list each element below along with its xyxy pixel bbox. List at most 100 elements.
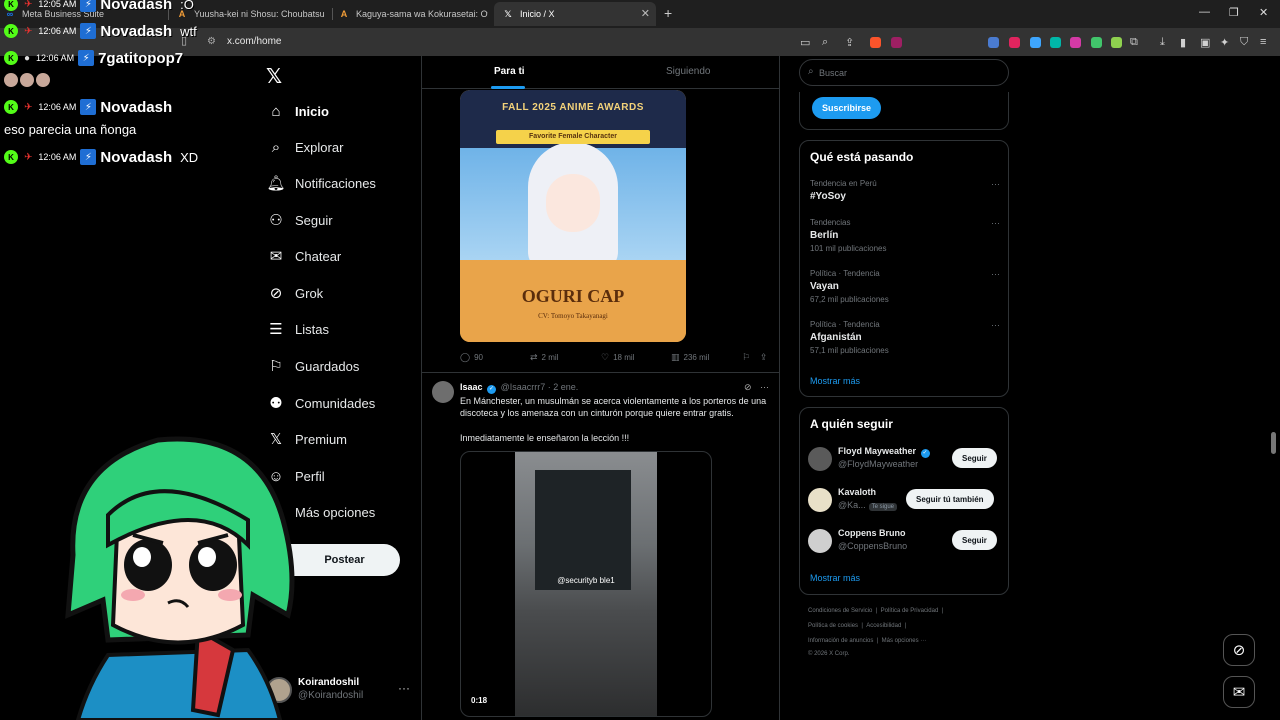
nav-item-mas-opciones[interactable]: ⋯ Más opciones — [266, 499, 376, 525]
extension-icon[interactable] — [1030, 37, 1041, 48]
views-button[interactable]: ▥ 236 mil — [671, 352, 709, 363]
follow-suggestion[interactable]: Coppens Bruno @CoppensBruno Seguir — [808, 526, 1002, 560]
cast-icon[interactable]: ▭ — [800, 36, 810, 49]
reply-icon: ◯ — [460, 352, 471, 362]
more-icon[interactable]: ··· — [398, 681, 410, 695]
bookmark-button[interactable]: ⚐ — [742, 352, 754, 363]
nav-item-chatear[interactable]: ✉ Chatear — [266, 243, 342, 269]
more-icon[interactable]: ··· — [760, 382, 769, 392]
mail-icon: ✉ — [269, 248, 283, 265]
close-window-icon[interactable]: ✕ — [1259, 6, 1268, 19]
extension-icon[interactable] — [1091, 37, 1102, 48]
follow-suggestion[interactable]: Floyd Mayweather ✓ @FloydMayweather Segu… — [808, 444, 1002, 478]
nav-item-perfil[interactable]: ☺ Perfil — [266, 463, 324, 489]
more-icon[interactable]: ··· — [991, 320, 1000, 330]
nav-item-listas[interactable]: ☰ Listas — [266, 316, 329, 342]
nav-item-premium[interactable]: 𝕏 Premium — [266, 426, 347, 452]
trend-item[interactable]: Tendencia en Perú #YoSoy ··· — [810, 179, 1000, 219]
page-scrollbar[interactable] — [1271, 432, 1276, 454]
badge-icon: ✈ — [24, 0, 33, 10]
post-video[interactable]: @securityb ble1 0:18 — [460, 451, 712, 717]
chat-message: K ✈ 12:06 AM ⚡ Novadash wtf — [4, 21, 197, 41]
maximize-icon[interactable]: ❐ — [1229, 6, 1239, 19]
post-button[interactable]: Postear — [259, 544, 400, 576]
reply-button[interactable]: ◯ 90 — [460, 352, 483, 363]
more-icon[interactable]: ··· — [991, 269, 1000, 279]
post[interactable]: Isaac ✓ @Isaacrrr7 · 2 ene. ⊘ ··· En Mán… — [422, 372, 779, 717]
add-person-icon: ⚇ — [269, 212, 283, 229]
nav-item-explorar[interactable]: ⌕ Explorar — [266, 134, 344, 160]
brave-rewards-icon[interactable] — [891, 37, 902, 48]
share-icon[interactable]: ⇪ — [845, 36, 854, 49]
avatar[interactable] — [432, 381, 454, 403]
trend-item[interactable]: Política · Tendencia Vayan 67,2 mil publ… — [810, 269, 1000, 309]
menu-icon[interactable]: ≡ — [1260, 36, 1266, 48]
grok-icon: ⊘ — [269, 285, 283, 302]
follow-back-button[interactable]: Seguir tú también — [906, 489, 994, 509]
nav-item-guardados[interactable]: ⚐ Guardados — [266, 353, 359, 379]
translate-extension-icon[interactable] — [988, 37, 999, 48]
show-more-trends-link[interactable]: Mostrar más — [810, 376, 860, 386]
more-icon[interactable]: ··· — [991, 179, 1000, 189]
user-badge-icon: ⚡ — [80, 23, 97, 39]
nav-item-comunidades[interactable]: ⚉ Comunidades — [266, 390, 375, 416]
messages-button[interactable]: ✉ — [1223, 676, 1255, 708]
image-title: FALL 2025 ANIME AWARDS — [502, 102, 644, 113]
author-name[interactable]: Isaac — [460, 382, 483, 392]
x-logo-icon[interactable]: 𝕏 — [266, 64, 282, 89]
image-character-name: OGURI CAP — [521, 286, 625, 306]
repost-button[interactable]: ⇄ 2 mil — [530, 352, 558, 363]
author-handle[interactable]: @Isaacrrr7 — [501, 382, 546, 392]
nav-item-inicio[interactable]: ⌂ Inicio — [266, 98, 328, 124]
grok-icon[interactable]: ⊘ — [744, 382, 752, 392]
avatar — [808, 529, 832, 553]
site-settings-icon[interactable]: ⚙ — [207, 36, 216, 47]
nav-item-grok[interactable]: ⊘ Grok — [266, 280, 323, 306]
account-switcher[interactable]: Koirandoshil @Koirandoshil ··· — [266, 675, 411, 705]
extension-icon[interactable] — [1050, 37, 1061, 48]
tab-inicio-x[interactable]: 𝕏 Inicio / X ✕ — [494, 2, 656, 26]
tab-kaguya-sama[interactable]: A Kaguya-sama wa Kokurasetai: Otona — [338, 2, 488, 26]
nav-item-seguir[interactable]: ⚇ Seguir — [266, 207, 332, 233]
tab-yuusha-kei[interactable]: A Yuusha-kei ni Shosu: Choubatsu Yuu — [176, 2, 326, 26]
extension-icon[interactable] — [1009, 37, 1020, 48]
show-more-follow-link[interactable]: Mostrar más — [810, 573, 860, 583]
chat-emotes — [4, 73, 52, 90]
tab-para-ti[interactable]: Para ti — [494, 66, 525, 77]
post-image[interactable]: FALL 2025 ANIME AWARDS Favorite Female C… — [460, 90, 686, 342]
trend-item[interactable]: Política · Tendencia Afganistán 57,1 mil… — [810, 320, 1000, 360]
tab-siguiendo[interactable]: Siguiendo — [666, 66, 710, 77]
new-tab-icon[interactable]: + — [664, 5, 672, 21]
kick-icon: K — [4, 0, 18, 11]
more-icon[interactable]: ··· — [991, 218, 1000, 228]
post-date[interactable]: · 2 ene. — [548, 382, 579, 392]
wallet-icon[interactable]: ▣ — [1200, 36, 1210, 49]
zoom-icon[interactable]: ⌕ — [822, 36, 828, 49]
extension-icon[interactable] — [1111, 37, 1122, 48]
url-field[interactable]: x.com/home — [227, 36, 281, 47]
follow-button[interactable]: Seguir — [952, 448, 997, 468]
follow-suggestion[interactable]: Kavaloth @Ka... Te sigue Seguir tú tambié… — [808, 485, 1002, 519]
sidebar-icon[interactable]: ▮ — [1180, 36, 1186, 49]
grok-button[interactable]: ⊘ — [1223, 634, 1255, 666]
account-handle: @Koirandoshil — [298, 690, 364, 701]
post-text-second: Inmediatamente le enseñaron la lección !… — [460, 433, 630, 443]
brave-shield-icon[interactable] — [870, 37, 881, 48]
vpn-icon[interactable]: ⛉ — [1240, 36, 1248, 49]
minimize-icon[interactable]: — — [1199, 6, 1210, 18]
trend-item[interactable]: Tendencias Berlín 101 mil publicaciones … — [810, 218, 1000, 258]
extensions-puzzle-icon[interactable]: ⧉ — [1130, 36, 1138, 49]
extension-icon[interactable] — [1070, 37, 1081, 48]
nav-item-notificaciones[interactable]: 🔔︎ Notificaciones — [266, 170, 375, 196]
search-box[interactable]: ⌕ — [799, 59, 1009, 86]
close-tab-icon[interactable]: ✕ — [641, 7, 650, 20]
search-input[interactable] — [819, 65, 999, 81]
subscribe-button[interactable]: Suscribirse — [812, 97, 882, 119]
download-icon[interactable]: ⤓ — [1160, 36, 1165, 49]
leo-ai-icon[interactable]: ✦ — [1220, 36, 1229, 49]
share-button[interactable]: ⇪ — [760, 352, 772, 363]
trending-panel: Qué está pasando Tendencia en Perú #YoSo… — [799, 140, 1009, 397]
follow-button[interactable]: Seguir — [952, 530, 997, 550]
account-name: Koirandoshil — [298, 677, 360, 688]
like-button[interactable]: ♡ 18 mil — [601, 352, 634, 363]
